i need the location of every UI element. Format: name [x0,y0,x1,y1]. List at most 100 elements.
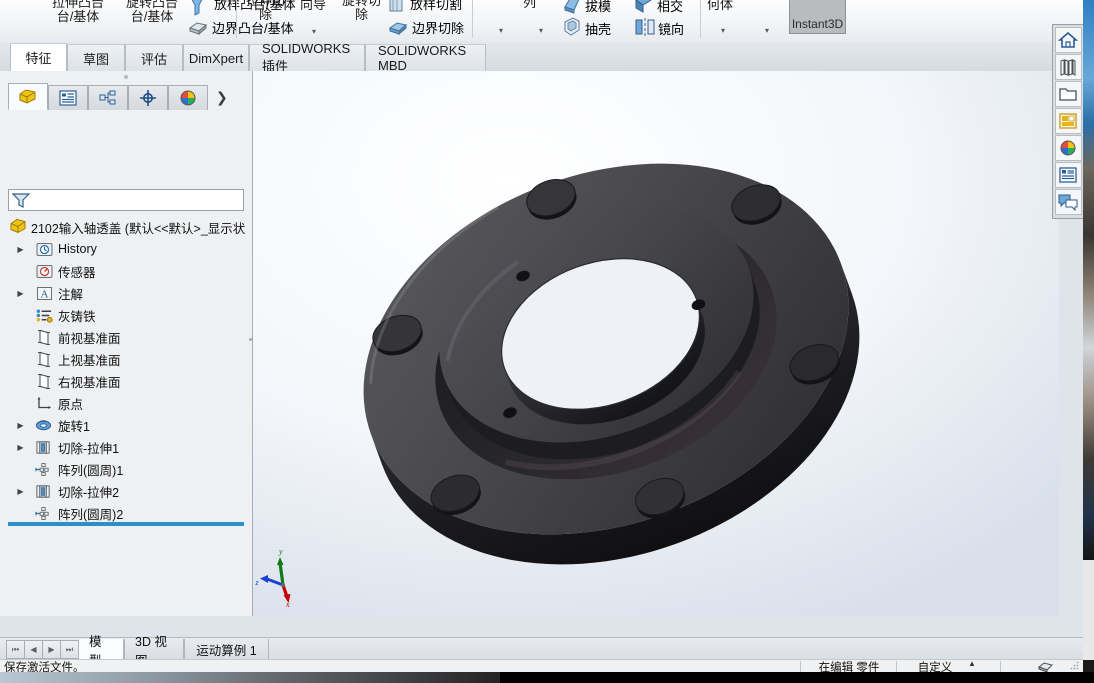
hole-wizard-caret-icon[interactable]: ▾ [312,27,316,36]
revolved-cut-button[interactable]: 旋转切 除 [342,0,381,21]
file-explorer-icon[interactable] [1054,81,1082,107]
intersect-icon [635,0,652,13]
design-library-icon[interactable] [1054,54,1082,80]
feature-tree: 2102输入轴透盖 (默认<<默认>_显示状 ▶ History 传感器 ▶ A… [0,216,252,524]
feature-manager-tab[interactable] [8,83,48,110]
tree-row-top-plane[interactable]: 上视基准面 [0,348,252,370]
tab-sketch[interactable]: 草图 [67,44,125,71]
tree-filter-bar[interactable] [8,189,244,211]
doc-tab-model[interactable]: 模型 [78,635,124,668]
dimxpert-manager-tab[interactable] [128,85,168,110]
property-list-icon [59,90,77,106]
doc-tab-motion-study[interactable]: 运动算例 1 [184,639,269,660]
boundary-cut-icon [388,22,408,36]
tree-root-label: 2102输入轴透盖 (默认<<默认>_显示状 [31,221,246,236]
svg-text:A: A [41,289,49,301]
resize-grip-icon[interactable] [1070,661,1079,670]
mirror-button[interactable]: 镜向 [658,19,684,38]
nav-next-icon[interactable]: ▶ [42,640,61,659]
lofted-cut-icon [389,0,403,12]
configuration-manager-tab[interactable] [88,85,128,110]
material-icon [36,309,53,323]
background-window-right-lower [1083,560,1094,660]
plane-icon [38,373,50,390]
tree-row-annotations[interactable]: ▶ A 注解 [0,282,252,304]
tab-solidworks-mbd[interactable]: SOLIDWORKS MBD [365,43,486,73]
background-window-right [1083,0,1094,560]
tree-row-history[interactable]: ▶ History [0,238,252,260]
extruded-cut-button[interactable]: 拉伸切 除 [246,0,285,21]
expander-history-icon[interactable]: ▶ [16,245,25,254]
pattern-caret-icon-1[interactable]: ▾ [499,26,503,35]
tree-label-right-plane: 右视基准面 [58,375,121,390]
tree-label-origin: 原点 [58,397,84,412]
tree-row-material[interactable]: 灰铸铁 [0,304,252,326]
property-manager-tab[interactable] [48,85,88,110]
ribbon-separator-3 [700,0,701,38]
view-palette-icon[interactable] [1054,108,1082,134]
shell-button[interactable]: 抽壳 [585,19,611,38]
display-manager-tab[interactable] [168,85,208,110]
lofted-cut-button[interactable]: 放样切割 [410,0,462,13]
solidworks-forum-icon[interactable] [1054,189,1082,215]
tree-row-cut-extrude1[interactable]: ▶ 切除-拉伸1 [0,436,252,458]
svg-text:x: x [285,600,290,607]
expander-revolve1-icon[interactable]: ▶ [16,421,25,430]
tab-solidworks-addins[interactable]: SOLIDWORKS 插件 [249,41,365,74]
boundary-cut-button[interactable]: 边界切除 [412,18,464,37]
model-render[interactable] [253,71,1059,616]
dimxpert-target-icon [140,90,156,106]
tab-features[interactable]: 特征 [10,43,67,72]
pattern-caret-icon-2[interactable]: ▾ [539,26,543,35]
overlay-icon[interactable] [1038,660,1053,672]
tree-root-row[interactable]: 2102输入轴透盖 (默认<<默认>_显示状 [0,216,252,238]
nav-last-icon[interactable]: ⏭ [60,640,79,659]
pattern-button[interactable]: 列 [523,0,536,10]
expander-cut-extrude2-icon[interactable]: ▶ [16,487,25,496]
rollback-bar[interactable] [8,522,244,526]
tree-label-front-plane: 前视基准面 [58,331,121,346]
svg-text:y: y [278,547,283,556]
reference-geometry-label: 何体 [707,0,734,12]
panel-drag-handle[interactable] [0,71,252,83]
status-custom[interactable]: 自定义 [906,659,964,672]
tree-row-cut-extrude2[interactable]: ▶ 切除-拉伸2 [0,480,252,502]
display-palette-icon [180,90,196,106]
mirror-icon [635,18,655,36]
hole-wizard-label: 向导 [300,0,327,12]
reference-geometry-caret-icon[interactable]: ▾ [721,26,725,35]
tree-row-sensors[interactable]: 传感器 [0,260,252,282]
nav-first-icon[interactable]: ⏮ [6,640,25,659]
draft-button[interactable]: 拔模 [585,0,611,15]
expander-cut-extrude1-icon[interactable]: ▶ [16,443,25,452]
draft-icon [564,0,580,14]
nav-prev-icon[interactable]: ◀ [24,640,43,659]
intersect-button[interactable]: 相交 [657,0,683,15]
solidworks-window: 拉伸凸台 台/基体 旋转凸台 台/基体 放样凸台/基体 边界凸台/基体 拉伸切 … [0,0,1083,672]
doc-tab-3dviews[interactable]: 3D 视图 [124,635,184,668]
tab-evaluate[interactable]: 评估 [125,44,183,71]
custom-properties-icon[interactable] [1054,162,1082,188]
curves-caret-icon[interactable]: ▾ [765,26,769,35]
tree-row-circular-pattern1[interactable]: 阵列(圆周)1 [0,458,252,480]
tree-row-right-plane[interactable]: 右视基准面 [0,370,252,392]
ribbon-toolbar: 拉伸凸台 台/基体 旋转凸台 台/基体 放样凸台/基体 边界凸台/基体 拉伸切 … [0,0,1083,43]
expander-annotations-icon[interactable]: ▶ [16,289,25,298]
status-custom-arrow[interactable]: ▲ [965,659,979,668]
graphics-viewport[interactable] [253,71,1059,616]
tree-row-front-plane[interactable]: 前视基准面 [0,326,252,348]
appearances-scenes-icon[interactable] [1054,135,1082,161]
instant3d-button[interactable]: Instant3D [789,0,846,34]
solidworks-resources-icon[interactable] [1054,27,1082,53]
revolved-boss-button[interactable]: 旋转凸台 台/基体 [126,0,178,23]
extruded-boss-button[interactable]: 拉伸凸台 台/基体 [52,0,104,23]
status-edit-state: 在编辑 零件 [818,662,880,672]
status-divider-2 [896,661,897,672]
tree-row-circular-pattern2[interactable]: 阵列(圆周)2 [0,502,252,524]
tree-row-origin[interactable]: 原点 [0,392,252,414]
tree-row-revolve1[interactable]: ▶ 旋转1 [0,414,252,436]
hole-wizard-button[interactable]: 向导 [300,0,326,12]
reference-geometry-button[interactable]: 何体 [707,0,733,12]
tab-dimxpert[interactable]: DimXpert [183,44,249,71]
panel-expand-arrow[interactable]: ❯ [216,89,228,110]
